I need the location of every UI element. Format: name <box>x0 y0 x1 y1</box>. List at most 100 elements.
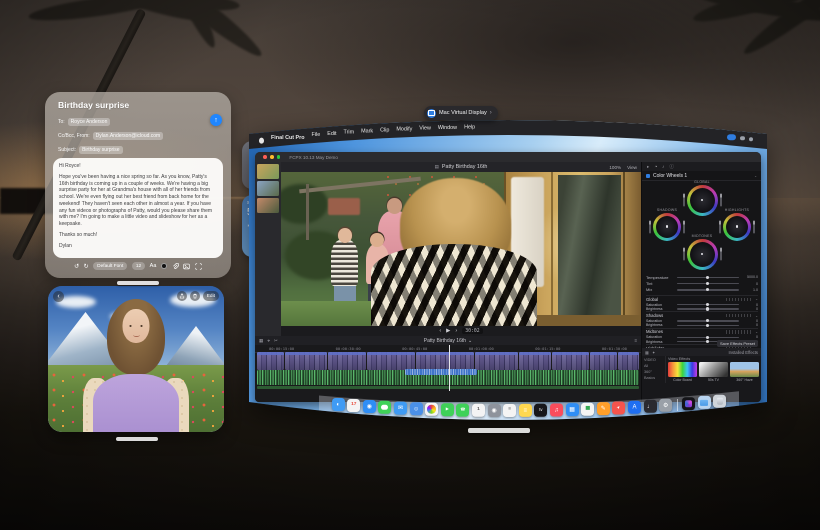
wheel-center-dot[interactable] <box>736 225 739 228</box>
dock-notes[interactable]: ≡ <box>519 404 532 417</box>
slider-track[interactable] <box>677 283 739 284</box>
slider-knob[interactable] <box>706 288 709 291</box>
slider-track[interactable] <box>677 277 739 278</box>
dock-facetime[interactable]: ▶ <box>441 403 454 416</box>
installed-effects-dropdown[interactable]: Installed Effects <box>729 350 758 355</box>
timeline-clip[interactable] <box>475 352 518 370</box>
wheel-bar-left[interactable] <box>719 220 721 233</box>
mac-virtual-display-pill[interactable]: Mac Virtual Display › <box>424 106 498 120</box>
chevron-right-icon[interactable]: › <box>490 110 492 116</box>
font-picker-button[interactable]: Default Font <box>93 262 127 270</box>
section-global[interactable]: Global⌄ <box>646 295 758 303</box>
dock-app-store[interactable]: A <box>628 401 641 414</box>
mac-virtual-display[interactable]: Final Cut ProFileEditTrimMarkClipModifyV… <box>249 112 767 426</box>
wheel-center-dot[interactable] <box>666 225 669 228</box>
menu-trim[interactable]: Trim <box>344 130 355 136</box>
trim-icon[interactable]: ✂ <box>274 338 278 344</box>
effects-browser-icon[interactable]: ▦ <box>645 350 649 355</box>
insert-photo-icon[interactable] <box>183 263 190 270</box>
effects-sidebar-basics[interactable]: Basics <box>644 375 663 381</box>
text-style-button[interactable]: Aa <box>150 263 157 269</box>
dock-safari[interactable]: ◉ <box>363 400 376 413</box>
menu-window[interactable]: Window <box>438 125 457 131</box>
effect-360-haze[interactable]: 360° Haze <box>730 362 759 382</box>
share-icon[interactable] <box>177 291 187 301</box>
index-icon[interactable]: ▦ <box>259 338 263 344</box>
slider-track[interactable] <box>677 304 739 305</box>
dock-pages[interactable]: ✎ <box>597 402 610 415</box>
edit-button[interactable]: Edit <box>203 291 219 301</box>
dock-tv[interactable]: tv <box>534 404 547 417</box>
mail-from-row[interactable]: Cc/Bcc, From: Dylan.Anderson@icloud.com <box>58 132 163 140</box>
final-cut-pro-window[interactable]: FCPX 10.13 May Demo ▤ Patty Birthday 16t… <box>255 152 761 402</box>
close-button[interactable] <box>263 155 267 159</box>
menu-mark[interactable]: Mark <box>361 128 373 134</box>
music-track[interactable] <box>257 386 639 389</box>
next-frame-button[interactable]: › <box>455 328 457 334</box>
clip-thumbnail[interactable] <box>257 164 279 179</box>
slider-track[interactable] <box>677 320 739 321</box>
timeline-clip[interactable] <box>257 352 284 370</box>
text-color-button[interactable] <box>161 263 168 270</box>
slider-knob[interactable] <box>706 324 709 327</box>
chevron-down-icon[interactable]: ⌄ <box>468 338 472 344</box>
dock-reminders[interactable]: ≡ <box>503 404 516 417</box>
section-midtones[interactable]: Midtones⌄ <box>646 328 758 336</box>
wheel-bar-left[interactable] <box>649 220 651 233</box>
photos-window[interactable]: ‹ Edit <box>48 286 224 432</box>
subject-value[interactable]: Birthday surprise <box>79 146 123 154</box>
clip-thumbnail[interactable] <box>257 198 279 213</box>
chevron-down-icon[interactable]: ⌄ <box>754 174 757 178</box>
wheel-bar-left[interactable] <box>683 248 685 261</box>
menu-clip[interactable]: Clip <box>380 127 389 133</box>
timeline-clip[interactable] <box>328 352 365 370</box>
dock-finder[interactable]: ◐ <box>332 398 345 411</box>
timeline-clip[interactable] <box>416 352 475 370</box>
undo-button[interactable]: ↺ <box>74 263 79 270</box>
dock-calendar[interactable]: 17 <box>347 399 360 412</box>
apple-menu-icon[interactable] <box>259 138 264 144</box>
tools-icon[interactable]: ⌖ <box>267 338 270 343</box>
attachment-icon[interactable] <box>172 263 179 270</box>
mail-to-row[interactable]: To: Royce Anderson <box>58 118 110 126</box>
wifi-icon[interactable] <box>749 137 754 142</box>
wheel-center-dot[interactable] <box>701 199 704 202</box>
dock-trash[interactable] <box>713 395 726 408</box>
mac-screen[interactable]: Final Cut ProFileEditTrimMarkClipModifyV… <box>249 112 767 426</box>
back-button[interactable]: ‹ <box>53 291 64 302</box>
slider-knob[interactable] <box>706 303 709 306</box>
media-browser-icon[interactable]: ✦ <box>652 350 656 355</box>
menu-final-cut-pro[interactable]: Final Cut Pro <box>271 135 305 141</box>
slider-knob[interactable] <box>706 336 709 339</box>
timeline-clip[interactable] <box>552 352 589 370</box>
fcp-viewer-video[interactable] <box>281 172 641 326</box>
mail-compose-window[interactable]: Birthday surprise ↑ To: Royce Anderson C… <box>45 92 231 278</box>
save-effects-preset-button[interactable]: Save Effects Preset <box>717 340 758 347</box>
dock-settings[interactable]: ⚙ <box>659 399 672 412</box>
slider-knob[interactable] <box>706 307 709 310</box>
mail-subject-row[interactable]: Subject: Birthday surprise <box>58 146 123 154</box>
dock-phone[interactable]: ☎ <box>456 404 469 417</box>
slider-track[interactable] <box>677 337 739 338</box>
trash-icon[interactable] <box>190 291 200 301</box>
to-recipient[interactable]: Royce Anderson <box>68 118 111 126</box>
wheel-center-dot[interactable] <box>701 253 704 256</box>
menu-modify[interactable]: Modify <box>396 126 412 132</box>
timeline-clip[interactable] <box>590 352 617 370</box>
audio-tab-icon[interactable]: ♪ <box>662 164 664 169</box>
wheel-bar-right[interactable] <box>753 220 755 233</box>
previous-frame-button[interactable]: ‹ <box>439 328 441 334</box>
wheel-bar-left[interactable] <box>683 194 685 207</box>
dock-keynote[interactable]: ▦ <box>566 403 579 416</box>
wheel-bar-right[interactable] <box>720 194 722 207</box>
effect-color-board[interactable]: Color Board <box>668 362 697 382</box>
dock-garageband[interactable]: ♩ <box>644 400 657 413</box>
section-shadows[interactable]: Shadows⌄ <box>646 311 758 319</box>
fcp-browser-strip[interactable] <box>255 162 282 336</box>
timeline-clip[interactable] <box>367 352 415 370</box>
slider-knob[interactable] <box>706 276 709 279</box>
minimize-button[interactable] <box>270 155 274 159</box>
menu-file[interactable]: File <box>312 132 321 138</box>
video-tab-icon[interactable]: ▸ <box>647 164 649 170</box>
wheel-bar-right[interactable] <box>683 220 685 233</box>
